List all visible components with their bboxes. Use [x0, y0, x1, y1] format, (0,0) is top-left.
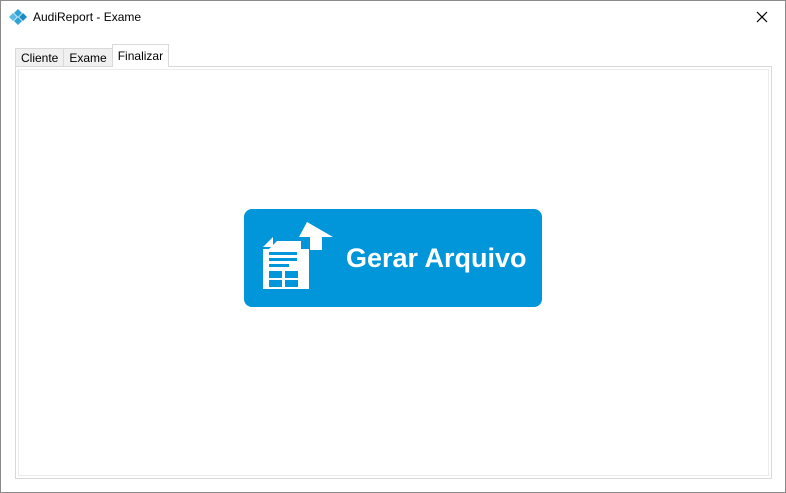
tab-strip: Cliente Exame Finalizar — [15, 44, 170, 67]
generate-file-label: Gerar Arquivo — [346, 243, 527, 273]
tab-finalizar[interactable]: Finalizar — [111, 44, 170, 67]
document-upload-icon — [259, 221, 335, 291]
close-icon — [756, 11, 768, 22]
app-logo-icon — [9, 9, 27, 25]
tab-cliente[interactable]: Cliente — [15, 48, 65, 67]
app-window: AudiReport - Exame Cliente Exame Finaliz… — [0, 0, 786, 493]
title-bar[interactable]: AudiReport - Exame — [1, 1, 785, 32]
close-button[interactable] — [739, 1, 785, 32]
window-title: AudiReport - Exame — [33, 10, 142, 24]
generate-file-button[interactable]: Gerar Arquivo — [244, 209, 542, 307]
tab-exame[interactable]: Exame — [63, 48, 113, 67]
